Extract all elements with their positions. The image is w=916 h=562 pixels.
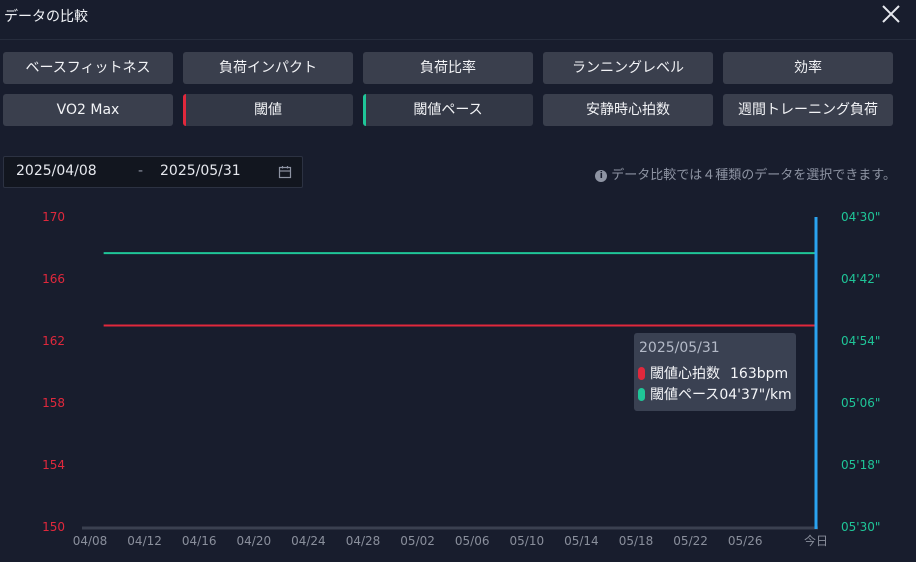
tooltip-row-threshold-hr: 閾値心拍数 163bpm — [638, 363, 788, 383]
x-axis-tick-label: 05/22 — [673, 534, 708, 548]
x-axis-tick-label: 04/20 — [237, 534, 272, 548]
metric-label: ベースフィットネス — [25, 60, 151, 76]
left-axis-tick-label: 170 — [42, 210, 65, 224]
metric-button-threshold-pace[interactable]: 閾値ペース — [363, 94, 533, 126]
x-axis-tick-label: 04/12 — [127, 534, 162, 548]
metric-button-vo2max[interactable]: VO2 Max — [3, 94, 173, 126]
end-date[interactable]: 2025/05/31 — [160, 163, 241, 179]
metric-label: 負荷インパクト — [219, 60, 317, 76]
metric-button-load-ratio[interactable]: 負荷比率 — [363, 52, 533, 84]
right-axis-tick-label: 05'30" — [841, 520, 880, 534]
tooltip-label: 閾値心拍数 — [650, 366, 720, 382]
x-axis-tick-label: 04/28 — [346, 534, 381, 548]
calendar-icon[interactable] — [278, 165, 292, 179]
tooltip-value: 163bpm — [730, 366, 789, 382]
tooltip-value: 04'37"/km — [719, 387, 792, 403]
left-axis-tick-label: 150 — [42, 520, 65, 534]
x-axis-tick-label: 04/16 — [182, 534, 217, 548]
left-axis-tick-label: 166 — [42, 272, 65, 286]
metric-label: 閾値 — [254, 102, 282, 118]
right-axis-tick-label: 04'30" — [841, 210, 880, 224]
right-axis-tick-label: 04'54" — [841, 334, 880, 348]
right-axis-tick-label: 04'42" — [841, 272, 880, 286]
left-axis-tick-label: 154 — [42, 458, 65, 472]
x-axis-tick-label: 04/08 — [73, 534, 108, 548]
x-axis-tick-label: 05/18 — [619, 534, 654, 548]
metric-label: 安静時心拍数 — [586, 102, 670, 118]
left-axis-tick-label: 158 — [42, 396, 65, 410]
info-text: データ比較では４種類のデータを選択できます。 — [611, 168, 896, 183]
metric-button-weekly-load[interactable]: 週間トレーニング負荷 — [723, 94, 893, 126]
info-icon: i — [595, 170, 608, 182]
x-axis-tick-label: 今日 — [804, 533, 828, 548]
start-date[interactable]: 2025/04/08 — [16, 163, 97, 179]
x-axis-tick-label: 05/02 — [400, 534, 435, 548]
date-separator: - — [138, 163, 144, 179]
metric-label: 効率 — [794, 60, 822, 76]
tooltip-row-threshold-pace: 閾値ペース04'37"/km — [638, 384, 792, 404]
dialog-header: データの比較 — [0, 0, 916, 40]
x-axis-tick-label: 05/14 — [564, 534, 599, 548]
tooltip-date: 2025/05/31 — [639, 340, 720, 356]
right-axis-tick-label: 05'18" — [841, 458, 880, 472]
chart-tooltip: 2025/05/31 閾値心拍数 163bpm 閾値ペース04'37"/km — [634, 333, 796, 411]
tooltip-label: 閾値ペース — [650, 387, 720, 403]
metric-button-efficiency[interactable]: 効率 — [723, 52, 893, 84]
x-axis-tick-label: 05/06 — [455, 534, 490, 548]
metric-button-running-level[interactable]: ランニングレベル — [543, 52, 713, 84]
series-color-dot — [638, 367, 645, 380]
metric-button-threshold[interactable]: 閾値 — [183, 94, 353, 126]
metric-label: VO2 Max — [56, 102, 120, 118]
metric-label: ランニングレベル — [572, 60, 684, 76]
x-axis-tick-label: 05/26 — [728, 534, 763, 548]
left-axis-tick-label: 162 — [42, 334, 65, 348]
info-note: i データ比較では４種類のデータを選択できます。 — [595, 164, 896, 183]
metric-button-load-impact[interactable]: 負荷インパクト — [183, 52, 353, 84]
series-color-dot — [638, 388, 645, 401]
close-icon[interactable] — [879, 2, 903, 26]
metric-label: 週間トレーニング負荷 — [738, 102, 878, 118]
x-axis-tick-label: 05/10 — [510, 534, 545, 548]
date-range-picker[interactable]: 2025/04/08 - 2025/05/31 — [3, 156, 303, 188]
data-comparison-dialog: データの比較 ベースフィットネス 負荷インパクト 負荷比率 ランニングレベル 効… — [0, 0, 916, 562]
metric-button-base-fitness[interactable]: ベースフィットネス — [3, 52, 173, 84]
dialog-title: データの比較 — [4, 9, 88, 25]
x-axis-tick-label: 04/24 — [291, 534, 326, 548]
metric-label: 負荷比率 — [420, 60, 476, 76]
metric-button-resting-hr[interactable]: 安静時心拍数 — [543, 94, 713, 126]
right-axis-tick-label: 05'06" — [841, 396, 880, 410]
metric-label: 閾値ペース — [413, 102, 483, 118]
